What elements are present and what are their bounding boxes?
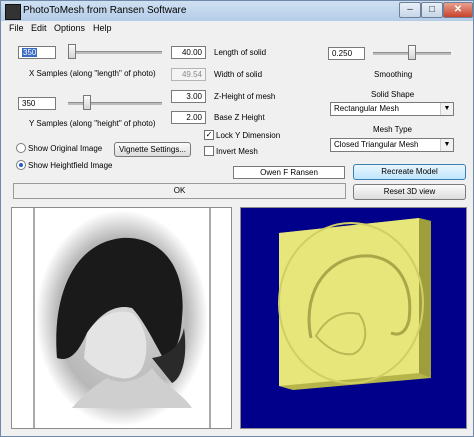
mesh-type-select[interactable]: Closed Triangular Mesh ▼: [330, 138, 454, 152]
basez-label: Base Z Height: [214, 113, 265, 122]
basez-input[interactable]: 2.00: [171, 111, 206, 124]
menu-help[interactable]: Help: [93, 23, 112, 33]
image-panel: [11, 207, 232, 429]
lock-y-label: Lock Y Dimension: [216, 131, 281, 140]
y-samples-label: Y Samples (along "height" of photo): [29, 119, 156, 128]
y-samples-input[interactable]: 350: [18, 97, 56, 110]
close-button[interactable]: ✕: [443, 2, 473, 18]
chevron-down-icon: ▼: [440, 103, 453, 115]
minimize-button[interactable]: –: [399, 2, 421, 18]
show-original-radio[interactable]: [16, 143, 26, 153]
smoothing-slider-thumb[interactable]: [408, 45, 416, 60]
zheight-input[interactable]: 3.00: [171, 90, 206, 103]
zheight-label: Z-Height of mesh: [214, 92, 276, 101]
smoothing-label: Smoothing: [374, 70, 413, 79]
radio-selected-dot: [19, 163, 23, 167]
menu-options[interactable]: Options: [54, 23, 85, 33]
3d-viewport[interactable]: [240, 207, 467, 429]
lock-y-checkbox[interactable]: ✓: [204, 130, 214, 140]
recreate-model-button[interactable]: Recreate Model: [353, 164, 466, 180]
x-samples-input[interactable]: 350: [18, 46, 56, 59]
x-samples-slider[interactable]: [68, 44, 162, 60]
length-input[interactable]: 40.00: [171, 46, 206, 59]
3d-model-view: [278, 218, 431, 390]
smoothing-slider[interactable]: [373, 45, 451, 61]
show-heightfield-label: Show Heightfield Image: [28, 161, 113, 170]
solid-shape-value: Rectangular Mesh: [334, 104, 399, 113]
heightfield-image: [33, 208, 211, 428]
status-bar: OK: [13, 183, 346, 199]
app-window: PhotoToMesh from Ransen Software – □ ✕ F…: [0, 0, 474, 437]
app-icon: [5, 4, 21, 20]
solid-shape-select[interactable]: Rectangular Mesh ▼: [330, 102, 454, 116]
show-heightfield-radio[interactable]: [16, 160, 26, 170]
window-title: PhotoToMesh from Ransen Software: [23, 5, 187, 16]
menu-file[interactable]: File: [9, 23, 24, 33]
invert-mesh-checkbox[interactable]: [204, 146, 214, 156]
solid-shape-label: Solid Shape: [371, 90, 415, 99]
menu-bar: File Edit Options Help: [1, 21, 473, 36]
vignette-settings-button[interactable]: Vignette Settings...: [114, 142, 191, 157]
invert-mesh-label: Invert Mesh: [216, 147, 258, 156]
width-label: Width of solid: [214, 70, 263, 79]
x-samples-value: 350: [22, 48, 38, 57]
owner-field: Owen F Ransen: [233, 166, 345, 179]
menu-edit[interactable]: Edit: [31, 23, 47, 33]
y-samples-slider-thumb[interactable]: [83, 95, 91, 110]
length-label: Length of solid: [214, 48, 267, 57]
smoothing-input[interactable]: 0.250: [328, 47, 365, 60]
mesh-type-value: Closed Triangular Mesh: [334, 140, 419, 149]
x-samples-label: X Samples (along "length" of photo): [29, 69, 156, 78]
chevron-down-icon: ▼: [440, 139, 453, 151]
x-samples-slider-track: [68, 51, 162, 54]
maximize-button[interactable]: □: [421, 2, 443, 18]
show-original-label: Show Original Image: [28, 144, 103, 153]
x-samples-slider-thumb[interactable]: [68, 44, 76, 59]
mesh-type-label: Mesh Type: [373, 125, 412, 134]
y-samples-slider[interactable]: [68, 95, 162, 111]
title-bar[interactable]: PhotoToMesh from Ransen Software – □ ✕: [1, 1, 473, 21]
width-input: 49.54: [171, 68, 206, 81]
reset-3d-view-button[interactable]: Reset 3D view: [353, 184, 466, 200]
